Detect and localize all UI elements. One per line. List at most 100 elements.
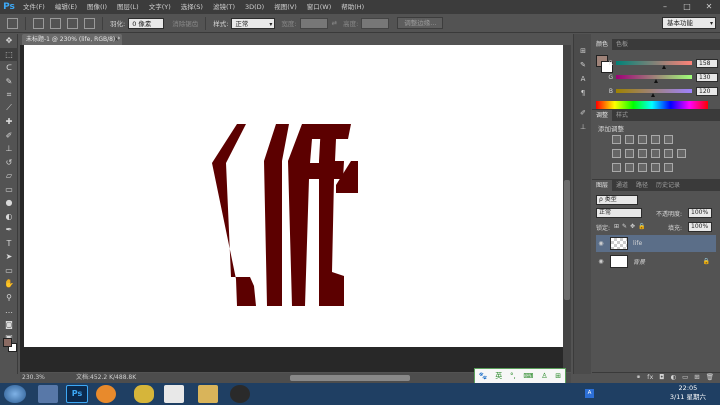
taskbar-folder-icon[interactable] [198,385,218,403]
hue-saturation-icon[interactable] [612,149,621,158]
menu-item-9[interactable]: 窗口(W) [302,0,337,14]
minimize-icon[interactable]: – [654,0,676,14]
add-selection-icon[interactable] [50,17,61,29]
new-selection-icon[interactable] [33,17,44,29]
marquee-tool-icon[interactable]: ⬚ [0,47,18,61]
blur-tool-icon[interactable]: ● [0,196,18,210]
maximize-icon[interactable]: □ [676,0,698,14]
dodge-tool-icon[interactable]: ◐ [0,210,18,224]
brightness-contrast-icon[interactable] [612,135,621,144]
antialias-checkbox[interactable]: 消除锯齿 [172,18,198,28]
color-lookup-icon[interactable] [677,149,686,158]
ime-paw-icon[interactable]: 🐾 [479,372,488,380]
taskbar-qq-icon[interactable] [230,385,250,403]
healing-brush-tool-icon[interactable]: ✚ [0,115,18,129]
width-input[interactable] [299,17,328,29]
horizontal-scroll-thumb[interactable] [290,375,410,381]
move-tool-icon[interactable]: ✥ [0,34,18,48]
vertical-scroll-thumb[interactable] [564,180,570,300]
b-slider-thumb[interactable] [651,93,655,97]
close-tab-icon[interactable]: × [114,34,119,45]
opacity-input[interactable]: 100% [688,208,712,218]
quick-select-tool-icon[interactable]: ✎ [0,75,18,89]
curves-icon[interactable] [638,135,647,144]
marquee-tool-preset-icon[interactable] [7,17,18,29]
more-tools-icon[interactable]: … [0,304,18,318]
menu-item-7[interactable]: 3D(D) [240,0,269,14]
feather-input[interactable]: 0 像素 [128,17,165,29]
visibility-eye-icon[interactable]: ◉ [596,240,606,247]
gradient-tool-icon[interactable]: ▭ [0,183,18,197]
shape-tool-icon[interactable]: ▭ [0,264,18,278]
hand-tool-icon[interactable]: ✋ [0,277,18,291]
language-indicator-icon[interactable]: A [585,389,594,398]
gradient-map-icon[interactable] [664,163,673,172]
subtract-selection-icon[interactable] [67,17,78,29]
b-slider[interactable] [616,89,692,97]
vibrance-icon[interactable] [664,135,673,144]
layer-name[interactable]: life [633,240,642,247]
close-icon[interactable]: ✕ [698,0,720,14]
menu-item-5[interactable]: 选择(S) [176,0,208,14]
taskbar-app-icon[interactable] [134,385,154,403]
brush-panel-icon[interactable]: ✐ [574,106,592,120]
menu-item-10[interactable]: 帮助(H) [336,0,369,14]
tab-history[interactable]: 历史记录 [652,180,684,191]
tab-styles[interactable]: 样式 [612,110,632,121]
taskbar-app-icon[interactable] [38,385,58,403]
crop-tool-icon[interactable]: ⌗ [0,88,18,102]
menu-item-2[interactable]: 图像(I) [82,0,112,14]
menu-item-3[interactable]: 图层(L) [112,0,144,14]
intersect-selection-icon[interactable] [84,17,95,29]
taskbar-photoshop-icon[interactable]: Ps [66,385,88,403]
taskbar-browser-icon[interactable] [96,385,116,403]
invert-icon[interactable] [612,163,621,172]
taskbar-document-icon[interactable] [164,385,184,403]
style-select[interactable]: 正常 [231,17,276,30]
lock-icons[interactable]: ⊞✎✥🔒 [614,223,649,230]
b-value-input[interactable]: 120 [696,86,718,96]
brush-tool-icon[interactable]: ✐ [0,129,18,143]
start-button[interactable] [4,385,26,403]
ime-keyboard-icon[interactable]: ⌨ [523,372,533,380]
character-icon[interactable]: A [574,72,592,86]
zoom-level[interactable]: 230.3% [22,373,45,383]
g-slider-thumb[interactable] [654,79,658,83]
levels-icon[interactable] [625,135,634,144]
blend-mode-select[interactable]: 正常 [596,208,642,218]
r-slider-thumb[interactable] [662,65,666,69]
threshold-icon[interactable] [638,163,647,172]
g-value-input[interactable]: 130 [696,72,718,82]
ime-grid-icon[interactable]: ⊞ [555,372,561,380]
lasso-tool-icon[interactable]: ᑕ [0,61,18,75]
menu-item-1[interactable]: 编辑(E) [50,0,82,14]
zoom-tool-icon[interactable]: ⚲ [0,291,18,305]
history-brush-tool-icon[interactable]: ↺ [0,156,18,170]
tab-adjustments[interactable]: 调整 [592,110,613,121]
tab-color[interactable]: 颜色 [592,39,613,50]
foreground-color-swatch[interactable] [3,338,12,347]
layer-kind-filter[interactable]: ρ 类型 [596,195,638,205]
canvas[interactable] [24,45,565,347]
layer-name[interactable]: 背景 [633,257,645,266]
swap-icon[interactable]: ⇄ [332,19,337,27]
layer-row-life[interactable]: ◉ life [596,235,716,252]
photo-filter-icon[interactable] [651,149,660,158]
tools-preset-icon[interactable]: ✎ [574,58,592,72]
pen-tool-icon[interactable]: ✒ [0,223,18,237]
refine-edge-button[interactable]: 调整边缘... [397,17,444,29]
black-white-icon[interactable] [638,149,647,158]
document-tab[interactable]: 未标题-1 @ 230% (life, RGB/8) * × [22,34,122,45]
visibility-eye-icon[interactable]: ◉ [596,258,606,265]
clone-source-icon[interactable]: ⊥ [574,120,592,134]
r-slider[interactable] [616,61,692,69]
ime-user-icon[interactable]: ♙ [541,372,547,380]
tab-paths[interactable]: 路径 [632,180,652,191]
posterize-icon[interactable] [625,163,634,172]
r-value-input[interactable]: 158 [696,58,718,68]
paragraph-icon[interactable]: ¶ [574,86,592,100]
layer-row-background[interactable]: ◉ 背景 🔒 [596,253,716,270]
quick-mask-icon[interactable]: ◙ [0,318,18,332]
eyedropper-tool-icon[interactable]: ⟋ [0,102,18,116]
menu-item-8[interactable]: 视图(V) [269,0,302,14]
